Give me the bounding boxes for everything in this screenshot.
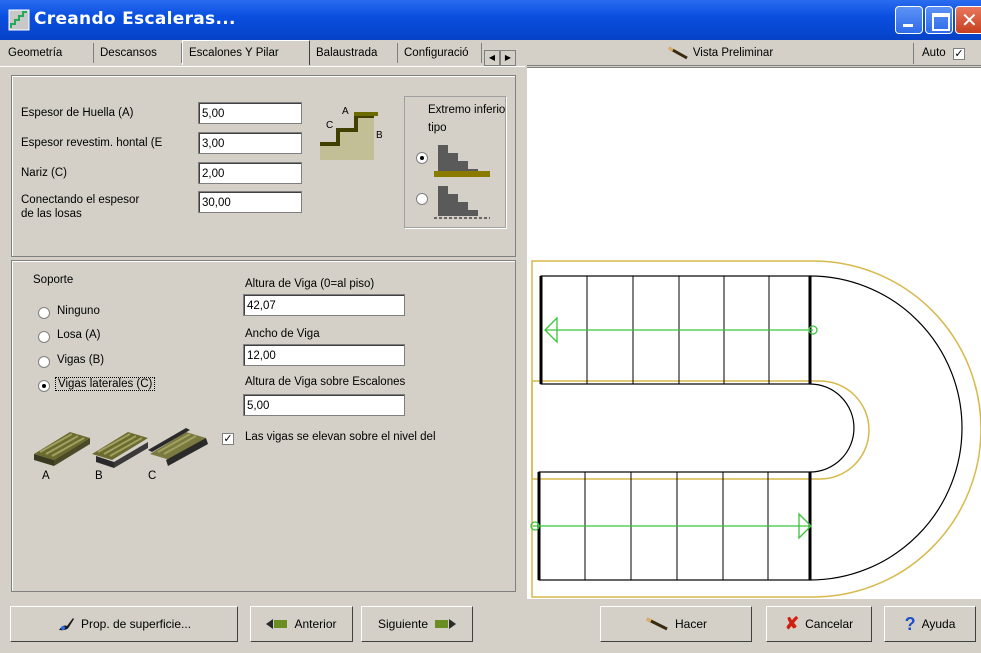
tab-geometria[interactable]: Geometría (2, 43, 94, 63)
direction-arrow-upper (544, 316, 818, 344)
tread-diagram-icon: C A B (320, 106, 383, 160)
maximize-icon (932, 13, 950, 31)
stair-plan-drawing (530, 260, 981, 598)
pencil-icon (646, 617, 668, 631)
beam-width-label: Ancho de Viga (245, 328, 320, 340)
pencil-icon (668, 46, 688, 60)
tab-strip: Geometría Descansos Escalones Y Pilar Ba… (0, 40, 525, 67)
surface-properties-label: Prop. de superficie... (80, 617, 192, 631)
bottom-end-type-2-icon (434, 186, 490, 219)
arrow-left-icon (266, 619, 288, 629)
surface-properties-button[interactable]: Prop. de superficie... (10, 606, 238, 642)
tab-balaustrada[interactable]: Balaustrada (310, 43, 398, 63)
beam-height-steps-input[interactable]: 5,00 (243, 394, 405, 416)
help-button[interactable]: ? Ayuda (884, 606, 976, 642)
support-none-radio[interactable] (38, 307, 50, 319)
tab-configuracion[interactable]: Configuració (398, 43, 482, 63)
cancel-button[interactable]: ✘ Cancelar (766, 606, 872, 642)
support-side-beams-radio[interactable] (38, 380, 50, 392)
next-button[interactable]: Siguiente (361, 606, 473, 642)
slab-thickness-label: Conectando el espesor (21, 194, 140, 206)
tab-scroll-left-button[interactable]: ◀ (484, 50, 500, 66)
raise-beams-label: Las vigas se elevan sobre el nivel del (245, 431, 436, 443)
auto-checkbox-label: Auto (922, 47, 946, 59)
vista-preliminar-button[interactable]: Vista Preliminar (527, 43, 914, 64)
next-label: Siguiente (377, 617, 429, 631)
close-button[interactable]: ✕ (955, 6, 981, 34)
arrow-right-icon (435, 619, 457, 629)
previous-button[interactable]: Anterior (250, 606, 353, 642)
landing-outer-arc (809, 275, 963, 581)
support-side-beams-label: Vigas laterales (C) (55, 377, 156, 391)
support-type-a-icon (34, 432, 90, 466)
support-beams-radio[interactable] (38, 356, 50, 368)
beam-height-floor-input[interactable]: 42,07 (243, 294, 405, 316)
vista-preliminar-label: Vista Preliminar (692, 47, 774, 59)
raise-beams-checkbox[interactable]: ✓ (222, 433, 234, 445)
support-type-c-icon (148, 428, 208, 466)
support-type-b-label: B (95, 470, 103, 482)
stair-inner-outline-offset (531, 380, 870, 480)
nosing-label: Nariz (C) (21, 167, 67, 179)
tab-escalones-y-pilar[interactable]: Escalones Y Pilar (182, 40, 310, 65)
support-types-diagram (34, 428, 208, 468)
beam-width-input[interactable]: 12,00 (243, 344, 405, 366)
svg-text:B: B (376, 130, 383, 141)
bottom-end-option-2-radio[interactable] (416, 193, 428, 205)
support-beams-label: Vigas (B) (57, 354, 105, 366)
tab-scroll-right-button[interactable]: ▶ (500, 50, 516, 66)
nosing-input[interactable]: 2,00 (198, 162, 302, 184)
svg-text:A: A (342, 106, 349, 117)
bottom-end-type-1-icon (434, 145, 490, 177)
auto-checkbox[interactable]: ✓ (953, 48, 965, 60)
cancel-label: Cancelar (805, 617, 854, 631)
direction-arrow-lower (530, 512, 812, 540)
make-label: Hacer (674, 617, 707, 631)
help-question-icon: ? (904, 613, 916, 634)
support-type-a-label: A (42, 470, 50, 482)
support-type-b-icon (92, 432, 148, 468)
tread-thickness-label: Espesor de Huella (A) (21, 107, 134, 119)
minimize-button[interactable] (895, 6, 923, 34)
support-slab-radio[interactable] (38, 331, 50, 343)
maximize-button[interactable] (925, 6, 953, 34)
bottom-end-title: Extremo inferio (428, 104, 506, 116)
minimize-icon (903, 24, 913, 27)
bottom-end-title-2: tipo (428, 122, 447, 134)
tread-thickness-input[interactable]: 5,00 (198, 102, 302, 124)
window-title: Creando Escaleras... (34, 9, 236, 29)
cancel-x-icon: ✘ (784, 614, 800, 633)
slab-thickness-input[interactable]: 30,00 (198, 191, 302, 213)
support-title: Soporte (33, 274, 74, 286)
tab-descansos[interactable]: Descansos (94, 43, 182, 63)
brush-icon (58, 618, 74, 631)
landing-inner-arc (809, 383, 855, 473)
riser-thickness-input[interactable]: 3,00 (198, 132, 302, 154)
make-button[interactable]: Hacer (600, 606, 752, 642)
app-icon (8, 9, 30, 31)
close-icon: ✕ (961, 8, 978, 32)
support-type-c-label: C (148, 470, 157, 482)
stair-preview-canvas[interactable] (527, 67, 981, 599)
bottom-end-option-1-radio[interactable] (416, 152, 428, 164)
support-none-label: Ninguno (57, 305, 100, 317)
riser-thickness-label: Espesor revestim. hontal (E (21, 137, 163, 149)
beam-height-floor-label: Altura de Viga (0=al piso) (245, 278, 375, 290)
previous-label: Anterior (294, 617, 337, 631)
beam-height-steps-label: Altura de Viga sobre Escalones (245, 376, 406, 388)
help-label: Ayuda (921, 617, 956, 631)
support-slab-label: Losa (A) (57, 329, 101, 341)
svg-text:C: C (326, 120, 333, 131)
slab-thickness-label-2: de las losas (21, 208, 82, 220)
stair-outline-offset (531, 260, 981, 598)
